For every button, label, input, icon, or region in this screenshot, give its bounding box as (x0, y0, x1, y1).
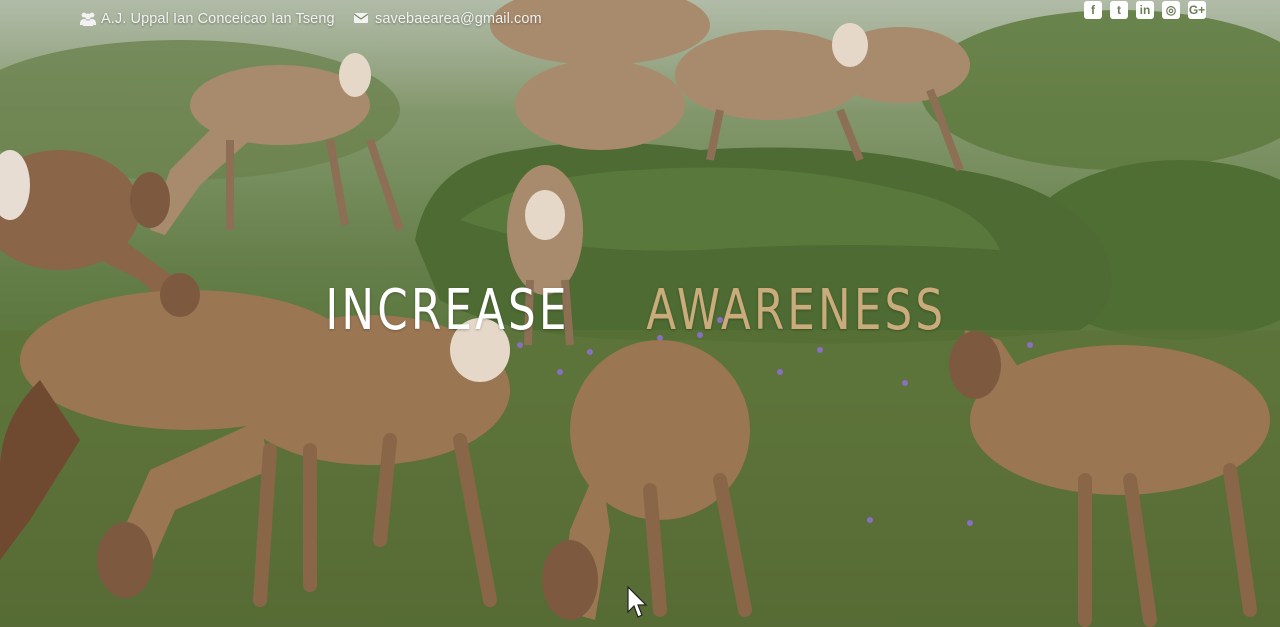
team-names-text: A.J. Uppal Ian Conceicao Ian Tseng (101, 11, 335, 27)
social-links: f t in ◎ G+ (1084, 1, 1206, 19)
users-icon (79, 11, 97, 27)
contact-email-text[interactable]: savebaearea@gmail.com (375, 11, 542, 27)
team-names: A.J. Uppal Ian Conceicao Ian Tseng (79, 11, 335, 27)
top-bar: A.J. Uppal Ian Conceicao Ian Tseng saveb… (0, 0, 1280, 42)
hero-title-increase: INCREASE (325, 278, 570, 343)
hero-title-awareness: AWARENESS (646, 278, 947, 343)
twitter-icon[interactable]: t (1110, 1, 1128, 19)
instagram-icon[interactable]: ◎ (1162, 1, 1180, 19)
hero-title: INCREASE AWARENESS (0, 277, 1280, 345)
mouse-cursor-icon (627, 586, 648, 618)
google-plus-icon[interactable]: G+ (1188, 1, 1206, 19)
facebook-icon[interactable]: f (1084, 1, 1102, 19)
contact-email[interactable]: savebaearea@gmail.com (353, 11, 542, 27)
envelope-icon (353, 11, 371, 27)
linkedin-icon[interactable]: in (1136, 1, 1154, 19)
